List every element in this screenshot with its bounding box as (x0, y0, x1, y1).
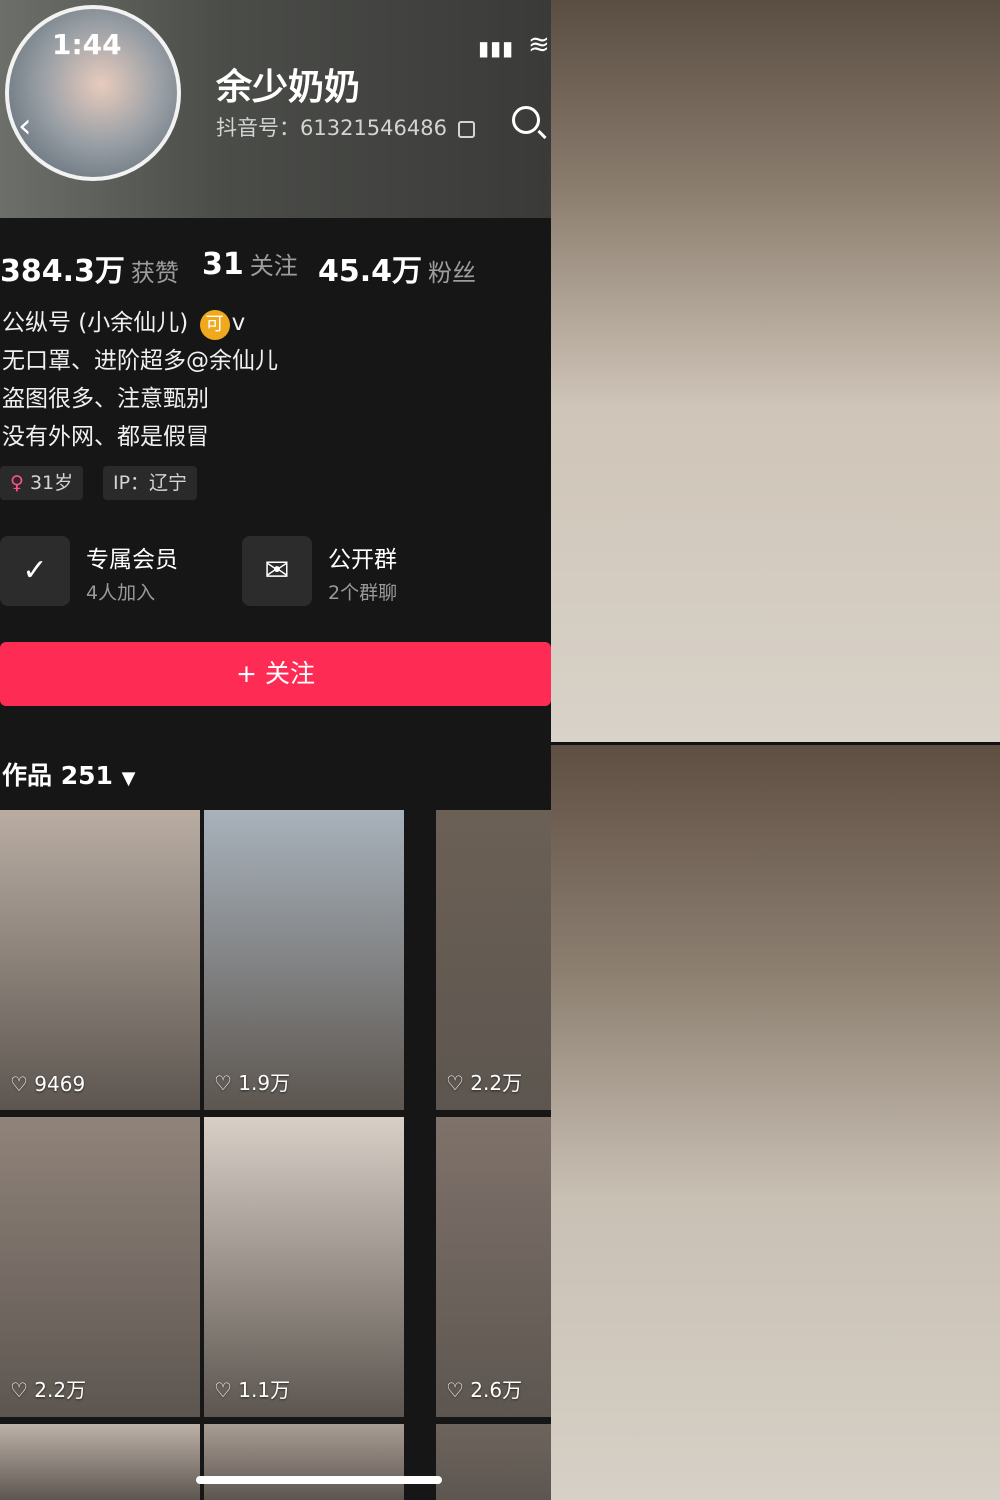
video-thumb[interactable] (0, 1424, 200, 1500)
likes-value: 9469 (34, 1072, 86, 1096)
bio-v: v (231, 310, 246, 336)
bio-line-1: 公纵号 (小余仙儿) 可v (2, 304, 278, 342)
group-title: 公开群 (328, 547, 397, 573)
home-indicator[interactable] (196, 1476, 442, 1484)
likes-count: ♡ 2.2万 (446, 1067, 522, 1096)
works-label-text: 作品 251 (2, 761, 113, 790)
bio-line-1-text: 公纵号 (小余仙儿) (2, 310, 189, 336)
douyin-id-text: 抖音号：61321546486 (216, 116, 447, 140)
video-thumb[interactable] (436, 1424, 551, 1500)
chat-bubbles-icon: ✉ (242, 536, 312, 606)
likes-value: 1.1万 (238, 1378, 291, 1402)
stat-likes-value: 384.3万 (0, 254, 125, 289)
stat-followers-value: 45.4万 (318, 254, 423, 289)
chevron-down-icon: ▼ (121, 768, 136, 789)
likes-value: 2.6万 (470, 1378, 523, 1402)
stat-followers-label: 粉丝 (428, 259, 477, 287)
video-thumb[interactable] (204, 1424, 404, 1500)
stat-following[interactable]: 31 关注 (202, 246, 298, 282)
v-badge-icon: ✓ (0, 536, 70, 606)
follow-button[interactable]: + 关注 (0, 642, 551, 706)
stat-likes[interactable]: 384.3万 获赞 (0, 246, 179, 290)
member-title: 专属会员 (86, 547, 178, 573)
back-icon[interactable]: ‹ (18, 106, 32, 146)
photo-top (551, 0, 1000, 742)
photo-bottom (551, 745, 1000, 1500)
stat-followers[interactable]: 45.4万 粉丝 (318, 246, 476, 290)
heart-icon: ♡ (10, 1378, 28, 1402)
bio-line-4: 没有外网、都是假冒 (2, 424, 209, 450)
signal-bars-icon: ▮▮▮ (478, 36, 515, 60)
heart-icon: ♡ (214, 1071, 232, 1095)
search-icon[interactable] (512, 106, 540, 134)
photo-collage (551, 0, 1000, 1500)
group-subtitle: 2个群聊 (328, 582, 398, 604)
bio: 公纵号 (小余仙儿) 可v 无口罩、进阶超多@余仙儿 盗图很多、注意甄别 没有外… (2, 304, 278, 456)
female-icon: ♀ (10, 472, 24, 494)
likes-value: 2.2万 (34, 1378, 87, 1402)
heart-icon: ♡ (10, 1072, 28, 1096)
heart-icon: ♡ (446, 1071, 464, 1095)
bio-line-3: 盗图很多、注意甄别 (2, 386, 209, 412)
age-tag: ♀ 31岁 (0, 466, 84, 500)
stat-following-value: 31 (202, 247, 244, 282)
copy-icon[interactable] (457, 120, 475, 138)
douyin-id[interactable]: 抖音号：61321546486 (216, 112, 475, 142)
stat-following-label: 关注 (249, 252, 298, 280)
likes-count: ♡ 2.6万 (446, 1374, 522, 1403)
status-time: 1:44 (52, 28, 122, 61)
likes-count: ♡ 1.1万 (214, 1374, 290, 1403)
heart-icon: ♡ (214, 1378, 232, 1402)
works-label[interactable]: 作品 251 ▼ (2, 756, 135, 792)
stat-likes-label: 获赞 (130, 259, 179, 287)
profile-panel: 1:44 ‹ 余少奶奶 抖音号：61321546486 ▮▮▮ ≋ 384.3万… (0, 0, 551, 1500)
video-thumb[interactable]: ♡ 1.9万 (204, 810, 404, 1110)
profile-header: 1:44 ‹ 余少奶奶 抖音号：61321546486 ▮▮▮ ≋ (0, 0, 551, 218)
video-thumb[interactable]: ♡ 2.6万 (436, 1117, 551, 1417)
wifi-icon: ≋ (528, 30, 550, 60)
member-subtitle: 4人加入 (86, 582, 156, 604)
ip-tag: IP：辽宁 (103, 466, 198, 500)
bio-badge: 可 (199, 310, 230, 340)
heart-icon: ♡ (446, 1378, 464, 1402)
bio-line-2: 无口罩、进阶超多@余仙儿 (2, 348, 278, 374)
video-thumb[interactable]: ♡ 2.2万 (0, 1117, 200, 1417)
likes-count: ♡ 9469 (10, 1072, 85, 1096)
age-tag-text: 31岁 (29, 472, 74, 494)
video-thumb[interactable]: ♡ 1.1万 (204, 1117, 404, 1417)
likes-value: 1.9万 (238, 1071, 291, 1095)
video-thumb[interactable]: ♡ 2.2万 (436, 810, 551, 1110)
likes-value: 2.2万 (470, 1071, 523, 1095)
video-thumb[interactable]: ♡ 9469 (0, 810, 200, 1110)
likes-count: ♡ 1.9万 (214, 1067, 290, 1096)
profile-name: 余少奶奶 (216, 67, 361, 108)
likes-count: ♡ 2.2万 (10, 1374, 86, 1403)
